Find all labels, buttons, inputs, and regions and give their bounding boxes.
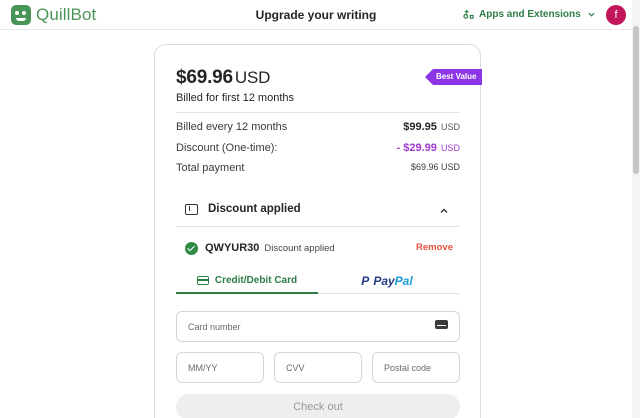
summary-value: $69.96 USD xyxy=(410,162,460,172)
price-amount: $69.96 xyxy=(176,67,233,88)
divider xyxy=(176,112,460,113)
billing-note: Billed for first 12 months xyxy=(176,92,294,104)
expiry-input[interactable] xyxy=(176,352,264,383)
credit-card-icon xyxy=(196,276,209,285)
applied-discount-row: QWYUR30 Discount applied Remove xyxy=(185,240,453,256)
top-bar: QuillBot Upgrade your writing Apps and E… xyxy=(0,0,632,30)
summary-label: Total payment xyxy=(176,162,245,174)
tab-paypal[interactable]: P PayPal xyxy=(318,269,460,294)
plan-price: $69.96 USD xyxy=(176,67,270,89)
apps-label: Apps and Extensions xyxy=(479,9,581,20)
discount-heading: Discount applied xyxy=(208,203,301,215)
summary-label: Billed every 12 months xyxy=(176,121,288,133)
tab-credit-debit-card[interactable]: Credit/Debit Card xyxy=(176,269,318,294)
card-brand-icon xyxy=(435,320,448,329)
cvv-input[interactable] xyxy=(274,352,362,383)
check-circle-icon xyxy=(185,241,198,255)
summary-row-discount: Discount (One-time): - $29.99 USD xyxy=(176,142,460,154)
summary-label: Discount (One-time): xyxy=(176,142,278,154)
chevron-up-icon[interactable] xyxy=(440,207,448,215)
checkout-card: $69.96 USD Billed for first 12 months Bes… xyxy=(154,44,482,418)
avatar[interactable]: f xyxy=(606,5,626,25)
card-number-input[interactable] xyxy=(176,311,460,342)
chevron-down-icon xyxy=(588,12,595,17)
discount-code: QWYUR30 xyxy=(205,242,260,254)
summary-value: - $29.99 USD xyxy=(396,142,460,154)
discount-section-toggle[interactable]: Discount applied xyxy=(185,203,301,215)
tab-label: Credit/Debit Card xyxy=(214,275,298,286)
summary-row-billed: Billed every 12 months $99.95 USD xyxy=(176,121,460,133)
remove-discount-link[interactable]: Remove xyxy=(416,242,453,253)
page-scrollbar[interactable] xyxy=(632,0,640,418)
scrollbar-thumb[interactable] xyxy=(633,26,639,174)
price-currency: USD xyxy=(234,68,271,87)
checkout-button[interactable]: Check out xyxy=(176,394,460,418)
paypal-icon: P xyxy=(361,274,370,288)
postal-code-input[interactable] xyxy=(372,352,460,383)
summary-value: $99.95 USD xyxy=(403,121,460,133)
divider xyxy=(176,226,460,227)
summary-row-total: Total payment $69.96 USD xyxy=(176,162,460,174)
apps-and-extensions-menu[interactable]: Apps and Extensions xyxy=(463,9,595,20)
ticket-icon xyxy=(185,203,198,215)
discount-status: Discount applied xyxy=(264,242,335,254)
apps-icon xyxy=(463,9,474,19)
best-value-badge: Best Value xyxy=(425,69,482,85)
paypal-wordmark: PayPal xyxy=(373,274,413,288)
